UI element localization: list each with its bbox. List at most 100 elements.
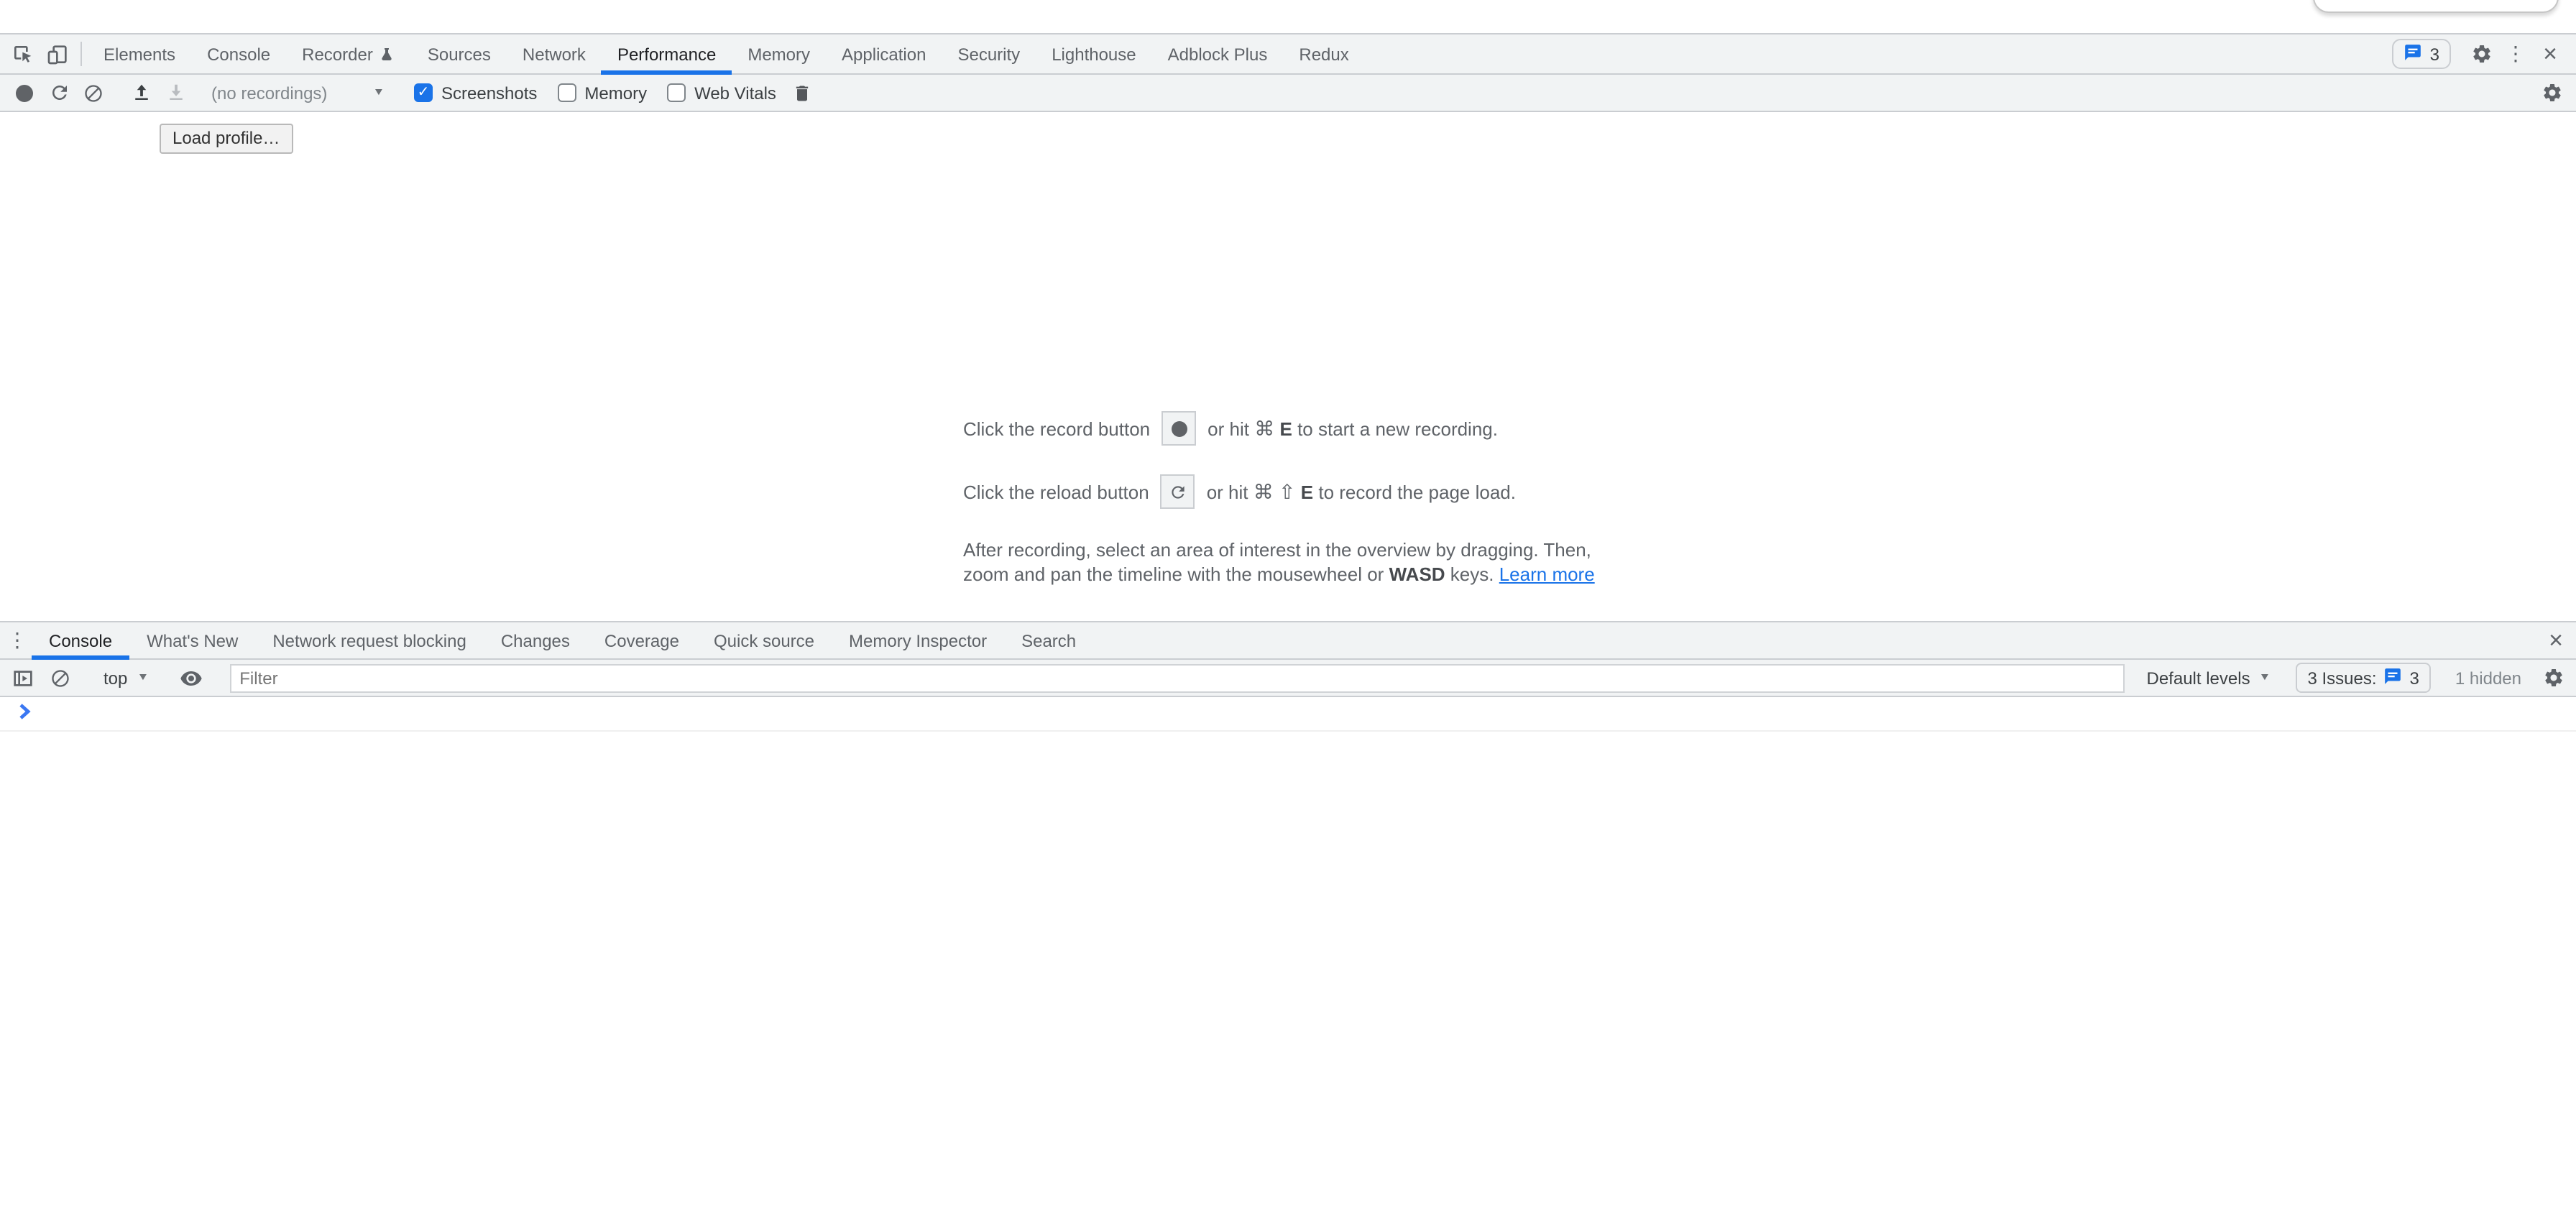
divider <box>80 42 82 66</box>
tab-console[interactable]: Console <box>191 34 286 73</box>
tab-sources[interactable]: Sources <box>412 34 507 73</box>
close-icon: × <box>2549 628 2563 653</box>
block-icon <box>50 668 70 688</box>
clear-recordings-button[interactable] <box>76 83 111 103</box>
tab-adblock-plus[interactable]: Adblock Plus <box>1152 34 1284 73</box>
record-button[interactable] <box>7 84 42 101</box>
drawer-menu-button[interactable]: ⋮ <box>3 622 32 658</box>
save-profile-button[interactable] <box>158 82 193 103</box>
drawer-tab-quick-source[interactable]: Quick source <box>696 622 832 658</box>
drawer-tab-coverage[interactable]: Coverage <box>587 622 696 658</box>
tab-label: Network request blocking <box>272 630 466 650</box>
sidebar-panel-icon <box>12 666 34 689</box>
load-profile-button[interactable] <box>124 82 158 103</box>
screenshots-checkbox[interactable]: ✓ <box>414 83 433 102</box>
tab-label: Application <box>842 44 926 64</box>
wasd-keys: WASD <box>1389 563 1445 585</box>
clear-console-button[interactable] <box>43 668 78 688</box>
tab-application[interactable]: Application <box>826 34 942 73</box>
instruction-text: Click the reload button <box>963 481 1149 502</box>
tab-elements[interactable]: Elements <box>88 34 191 73</box>
performance-panel-body: Load profile… Click the record button or… <box>0 112 2576 621</box>
instruction-text: or hit ⌘ E to start a new recording. <box>1208 416 1498 441</box>
tab-label: Adblock Plus <box>1168 44 1268 64</box>
devtools-window: Elements Console Recorder Sources Networ… <box>0 0 2576 1206</box>
web-vitals-checkbox-item[interactable]: ✓ Web Vitals <box>667 83 776 103</box>
tab-lighthouse[interactable]: Lighthouse <box>1036 34 1151 73</box>
console-body <box>0 697 2576 1206</box>
main-tabbar: Elements Console Recorder Sources Networ… <box>0 33 2576 75</box>
inspect-element-button[interactable] <box>6 34 40 73</box>
browser-popup-remnant <box>2313 0 2559 13</box>
device-toolbar-button[interactable] <box>40 34 75 73</box>
tab-label: Elements <box>104 44 175 64</box>
issues-counter-button[interactable]: 3 <box>2393 39 2451 69</box>
browser-strip <box>0 0 2576 33</box>
issues-count: 3 <box>2410 668 2419 688</box>
console-filter-input[interactable] <box>229 663 2125 692</box>
issues-label: 3 Issues: <box>2307 668 2376 688</box>
console-toolbar: top ▼ Default levels ▼ 3 Issues: <box>0 660 2576 697</box>
web-vitals-checkbox[interactable]: ✓ <box>667 83 686 102</box>
performance-empty-state: Click the record button or hit ⌘ E to st… <box>963 411 1613 586</box>
tab-label: Changes <box>501 630 570 650</box>
tab-performance[interactable]: Performance <box>602 34 732 73</box>
gear-icon <box>2470 43 2492 65</box>
console-sidebar-toggle-button[interactable] <box>6 666 40 689</box>
tab-label: Security <box>957 44 1020 64</box>
garbage-collect-button[interactable] <box>785 83 819 103</box>
tab-recorder[interactable]: Recorder <box>286 34 412 73</box>
tab-redux[interactable]: Redux <box>1283 34 1364 73</box>
memory-checkbox-item[interactable]: ✓ Memory <box>557 83 647 103</box>
reload-icon <box>48 82 70 103</box>
create-live-expression-button[interactable] <box>173 666 208 689</box>
recordings-select[interactable]: (no recordings) ▼ <box>206 83 390 103</box>
reload-and-record-button[interactable] <box>42 82 76 103</box>
javascript-context-select[interactable]: top ▼ <box>96 668 155 688</box>
drawer-tab-network-request-blocking[interactable]: Network request blocking <box>255 622 483 658</box>
instruction-text: Click the record button <box>963 418 1150 439</box>
upload-icon <box>130 82 152 103</box>
cmd-key-symbol: ⌘ <box>1254 479 1274 502</box>
console-issues-button[interactable]: 3 Issues: 3 <box>2296 663 2430 693</box>
learn-more-link[interactable]: Learn more <box>1499 563 1595 585</box>
recordings-select-value: (no recordings) <box>211 83 327 103</box>
close-icon: × <box>2543 42 2557 66</box>
usage-hint-paragraph: After recording, select an area of inter… <box>963 538 1613 586</box>
eye-icon <box>179 666 202 689</box>
experiment-flask-icon <box>379 45 396 63</box>
memory-checkbox[interactable]: ✓ <box>557 83 576 102</box>
screenshots-checkbox-item[interactable]: ✓ Screenshots <box>414 83 537 103</box>
load-profile-tooltip: Load profile… <box>160 124 293 154</box>
device-toolbar-icon <box>46 42 69 65</box>
drawer-tab-whats-new[interactable]: What's New <box>129 622 255 658</box>
capture-settings-button[interactable] <box>2534 82 2569 103</box>
drawer-tab-search[interactable]: Search <box>1004 622 1093 658</box>
console-settings-button[interactable] <box>2536 667 2570 689</box>
tab-security[interactable]: Security <box>942 34 1036 73</box>
tab-label: Memory <box>748 44 810 64</box>
main-menu-button[interactable]: ⋮ <box>2498 42 2533 66</box>
key-e: E <box>1301 481 1313 502</box>
block-icon <box>83 83 104 103</box>
issues-bubble-icon <box>2384 666 2403 689</box>
tab-label: Performance <box>617 44 716 64</box>
drawer-tab-console[interactable]: Console <box>32 622 129 658</box>
performance-toolbar: (no recordings) ▼ ✓ Screenshots ✓ Memory… <box>0 75 2576 112</box>
tab-network[interactable]: Network <box>507 34 602 73</box>
key-e: E <box>1279 418 1292 439</box>
drawer-tab-changes[interactable]: Changes <box>484 622 587 658</box>
tab-memory[interactable]: Memory <box>732 34 826 73</box>
chevron-down-icon: ▼ <box>137 673 149 683</box>
drawer-tab-memory-inspector[interactable]: Memory Inspector <box>832 622 1004 658</box>
log-levels-select[interactable]: Default levels ▼ <box>2140 668 2278 688</box>
console-prompt[interactable] <box>0 697 2576 732</box>
tab-label: Search <box>1021 630 1076 650</box>
gear-icon <box>2541 82 2562 103</box>
issues-bubble-icon <box>2404 42 2423 65</box>
close-devtools-button[interactable]: × <box>2533 42 2567 66</box>
settings-button[interactable] <box>2464 43 2498 65</box>
capture-options: ✓ Screenshots ✓ Memory ✓ Web Vitals <box>414 83 776 103</box>
close-drawer-button[interactable]: × <box>2536 622 2576 658</box>
reload-button-illustration <box>1161 474 1195 509</box>
